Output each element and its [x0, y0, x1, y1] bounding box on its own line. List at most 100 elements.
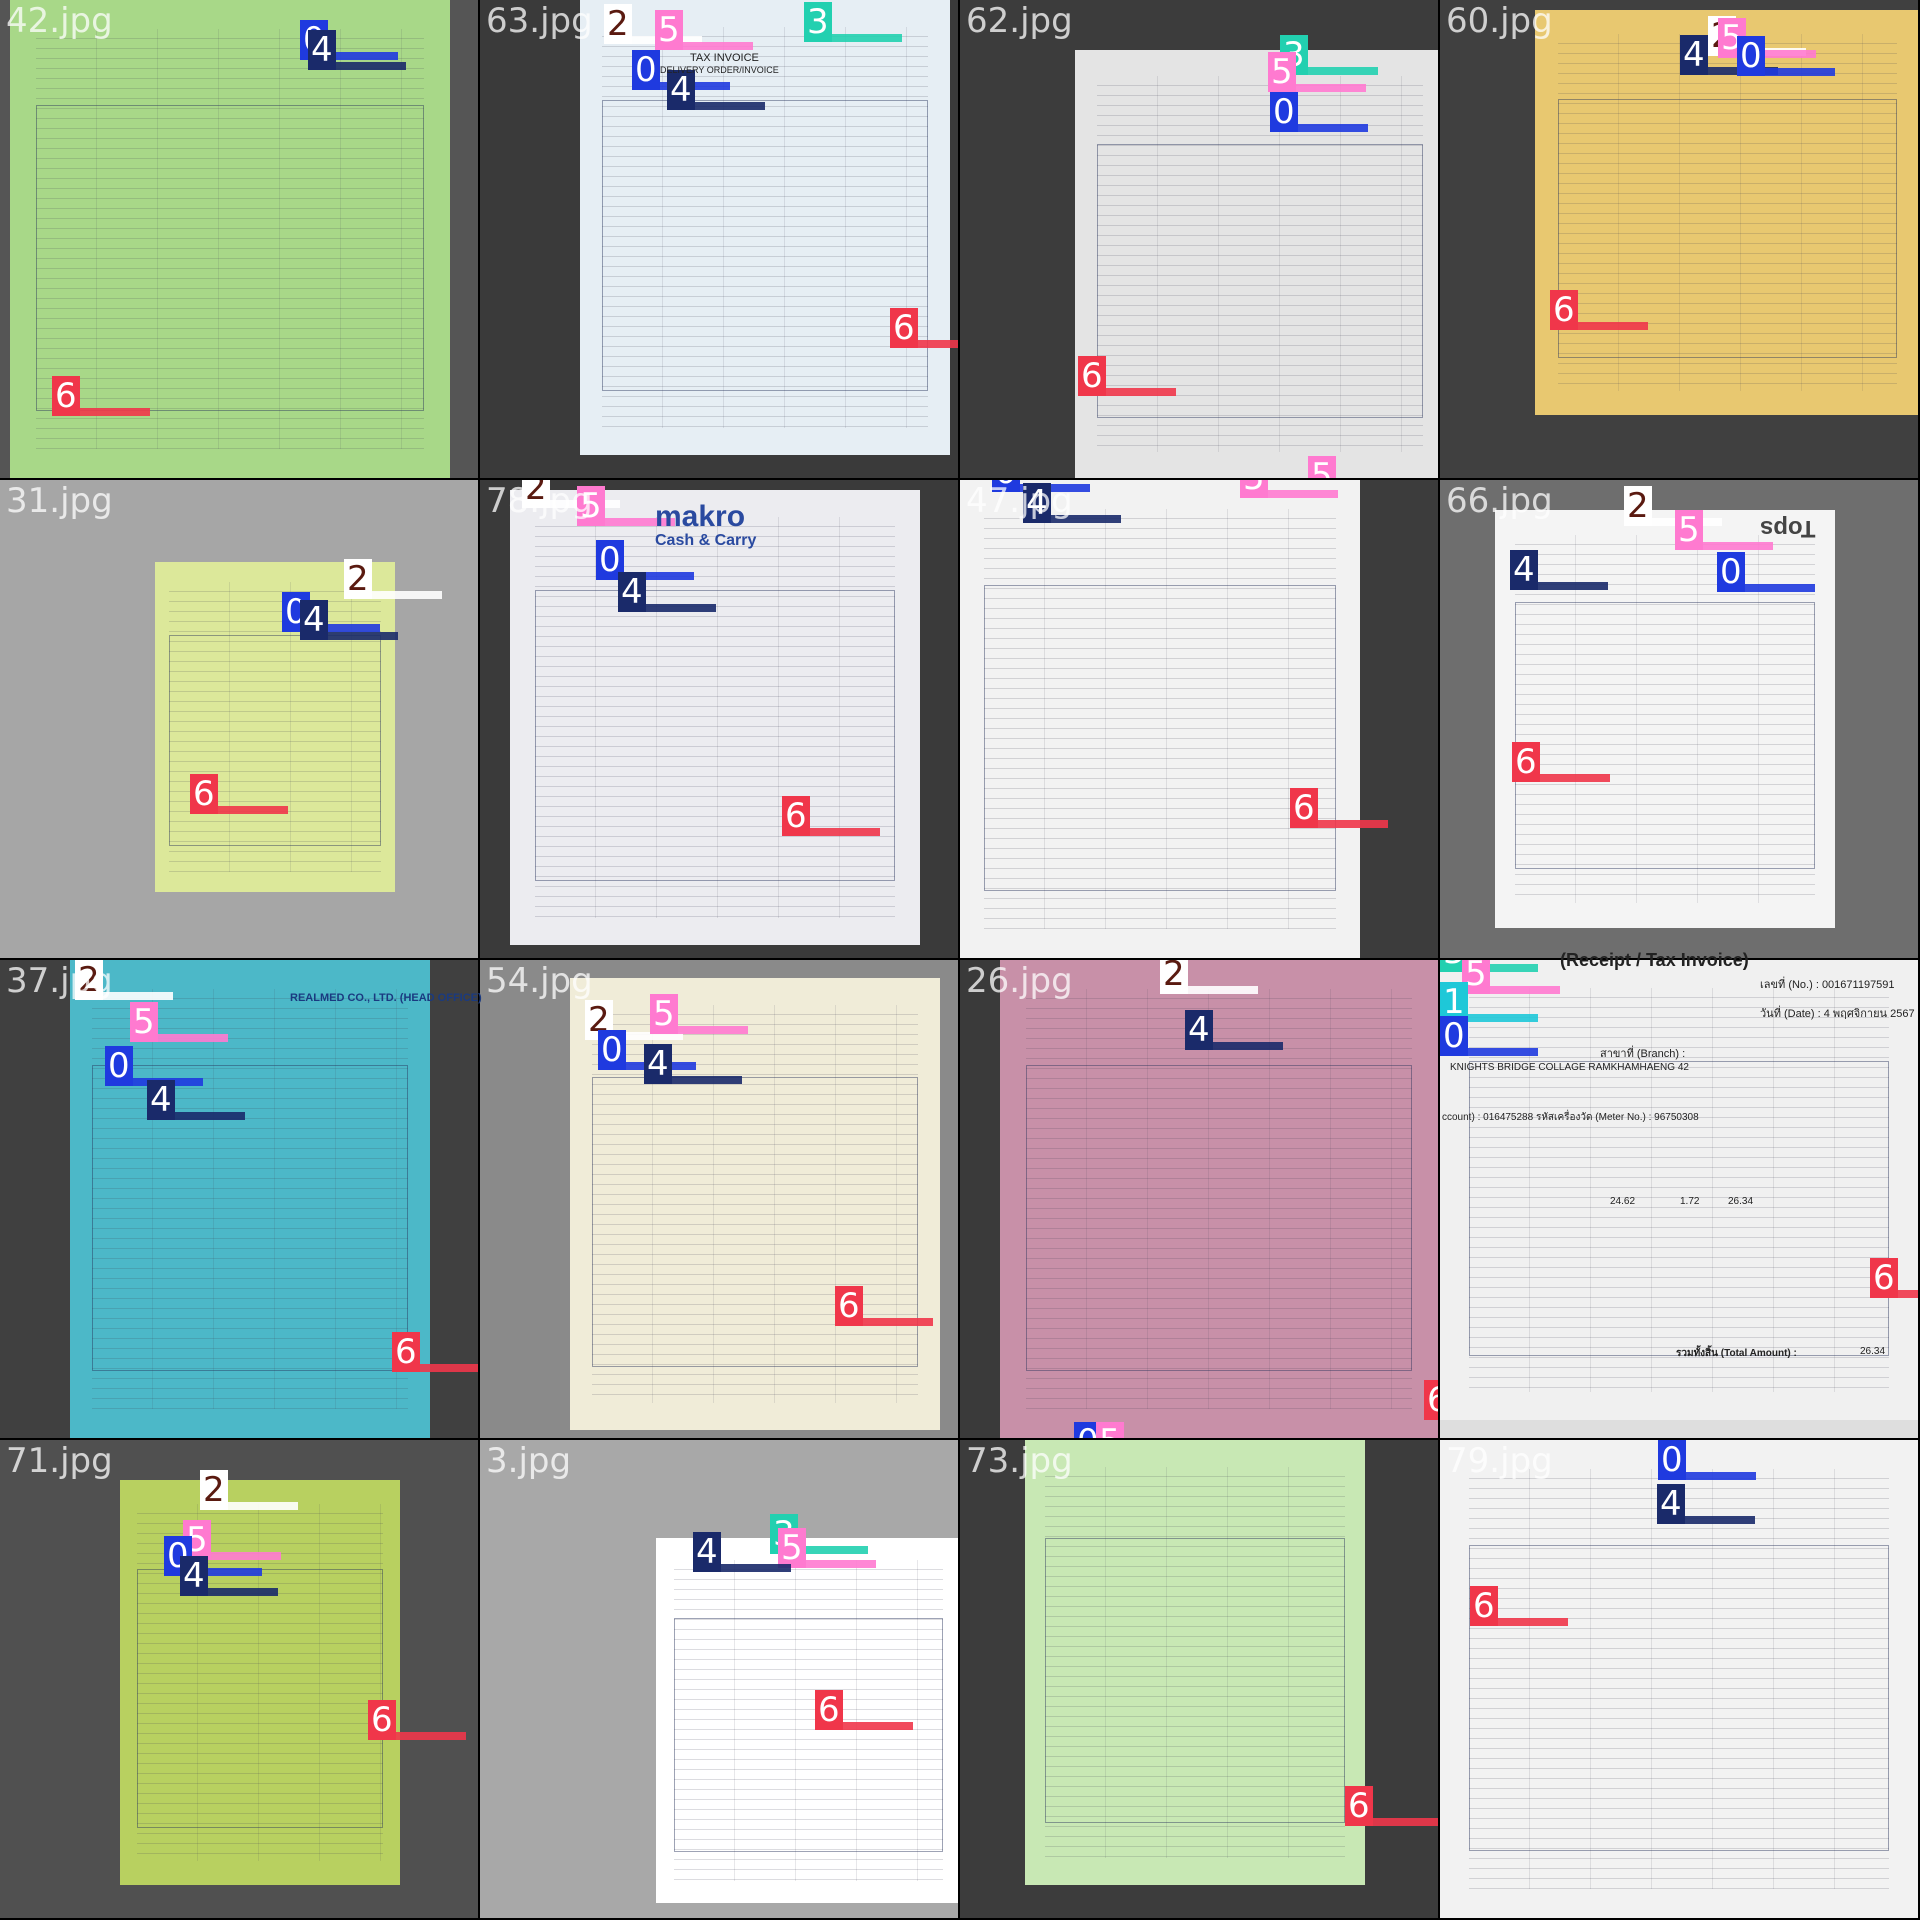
class-label-4: 4 — [180, 1556, 208, 1596]
detection-box-2 — [1188, 986, 1258, 994]
tile-filename: 37.jpg — [6, 961, 113, 1001]
tops-logo: Tops — [1760, 515, 1816, 542]
receipt-elec: 24.62 — [1610, 1196, 1636, 1207]
receipt-branch: สาขาที่ (Branch) : — [1600, 1048, 1686, 1060]
class-label-6: 6 — [1078, 356, 1106, 396]
class-label-6: 6 — [1470, 1586, 1498, 1626]
detection-box-0 — [1686, 1472, 1756, 1480]
detection-box-6 — [396, 1732, 466, 1740]
class-label-2: 2 — [604, 4, 632, 44]
document-table-frame — [1468, 1061, 1890, 1356]
detection-box-4 — [328, 632, 398, 640]
detection-box-2 — [228, 1502, 298, 1510]
detection-box-6 — [1578, 322, 1648, 330]
class-label-5: 5 — [778, 1528, 806, 1568]
detection-box-4 — [646, 604, 716, 612]
class-label-6: 6 — [1290, 788, 1318, 828]
detection-box-3 — [832, 34, 902, 42]
tile-filename: 79.jpg — [1446, 1441, 1553, 1481]
detection-box-6 — [80, 408, 150, 416]
class-label-4: 4 — [308, 30, 336, 70]
detection-box-4 — [1685, 1516, 1755, 1524]
detection-box-6 — [810, 828, 880, 836]
tile-filename: 60.jpg — [1446, 1, 1553, 41]
tile-filename: 31.jpg — [6, 481, 113, 521]
detection-box-4 — [336, 62, 406, 70]
detection-box-5 — [158, 1034, 228, 1042]
class-label-4: 4 — [1185, 1010, 1213, 1050]
document-table-frame — [36, 105, 424, 412]
class-label-5: 5 — [655, 10, 683, 50]
document-image — [1025, 1440, 1365, 1885]
detection-box-6 — [843, 1722, 913, 1730]
tile-filename: 71.jpg — [6, 1441, 113, 1481]
tile-60: 4250660.jpg — [1440, 0, 1918, 478]
detection-box-0 — [1745, 584, 1815, 592]
detection-box-3 — [798, 1546, 868, 1554]
tile-31: 2 0 4 6 31.jpg — [0, 480, 478, 958]
receipt-meter: ccount) : 016475288 รหัสเครื่องวัด (Mete… — [1442, 1112, 1699, 1123]
class-label-5: 5 — [1308, 456, 1336, 478]
receipt-addr: KNIGHTS BRIDGE COLLAGE RAMKHAMHAENG 42 — [1450, 1062, 1689, 1073]
document-table-frame — [1097, 144, 1423, 419]
makro-sub: Cash & Carry — [655, 532, 757, 549]
class-label-4: 4 — [667, 70, 695, 110]
detection-box-5 — [1296, 84, 1366, 92]
class-label-6: 6 — [1424, 1380, 1438, 1420]
document-image — [70, 960, 430, 1438]
detection-box-5 — [1490, 986, 1560, 994]
detection-box-4 — [695, 102, 765, 110]
document-table-frame — [1468, 1545, 1890, 1852]
class-label-3: 3 — [804, 2, 832, 42]
tile-filename: 42.jpg — [6, 1, 113, 41]
tile-filename: 73.jpg — [966, 1441, 1073, 1481]
class-label-2: 2 — [200, 1470, 228, 1510]
tile-receipt: 35106 — [1440, 960, 1918, 1438]
detection-box-6 — [1498, 1618, 1568, 1626]
document-image — [1075, 50, 1438, 478]
class-label-4: 4 — [1680, 35, 1708, 75]
class-label-0: 0 — [1270, 92, 1298, 132]
detection-box-6 — [1898, 1290, 1918, 1298]
detection-box-4 — [721, 1564, 791, 1572]
document-table-frame — [984, 585, 1336, 892]
class-label-6: 6 — [1512, 742, 1540, 782]
class-label-4: 4 — [147, 1080, 175, 1120]
detection-box-4 — [175, 1112, 245, 1120]
document-table-frame — [1045, 1537, 1345, 1823]
class-label-6: 6 — [392, 1332, 420, 1372]
detection-box-6 — [918, 340, 958, 348]
tile-filename: 26.jpg — [966, 961, 1073, 1001]
class-label-6: 6 — [1345, 1786, 1373, 1826]
class-label-6: 6 — [368, 1700, 396, 1740]
tile-71: 2 5 0 4 6 71.jpg — [0, 1440, 478, 1918]
class-label-5: 5 — [650, 994, 678, 1034]
class-label-0: 0 — [632, 50, 660, 90]
class-label-2: 2 — [1160, 960, 1188, 994]
document-table-frame — [169, 634, 381, 846]
tile-filename: 63.jpg — [486, 1, 593, 41]
document-image — [1000, 960, 1438, 1438]
document-image — [120, 1480, 400, 1885]
detection-box-3 — [1308, 67, 1378, 75]
receipt-total: 26.34 — [1860, 1346, 1886, 1357]
receipt-total-label: รวมทั้งสิ้น (Total Amount) : — [1676, 1348, 1797, 1359]
tile-filename: 47.jpg — [966, 481, 1073, 521]
document-table-frame — [136, 1569, 384, 1829]
receipt-date: วันที่ (Date) : 4 พฤศจิกายน 2567 — [1760, 1008, 1915, 1020]
detection-box-4 — [672, 1076, 742, 1084]
detection-box-4 — [1538, 582, 1608, 590]
class-label-5: 5 — [1096, 1422, 1124, 1438]
class-label-6: 6 — [782, 796, 810, 836]
class-label-6: 6 — [890, 308, 918, 348]
document-table-frame — [534, 590, 896, 882]
detection-box-6 — [218, 806, 288, 814]
class-label-0: 0 — [1737, 36, 1765, 76]
detection-box-0 — [1765, 68, 1835, 76]
document-table-frame — [1515, 601, 1815, 870]
tile-26: 2405626.jpg — [960, 960, 1438, 1438]
detection-box-4 — [208, 1588, 278, 1596]
class-label-4: 4 — [693, 1532, 721, 1572]
tile-filename: 66.jpg — [1446, 481, 1553, 521]
receipt-header: (Receipt / Tax Invoice) — [1560, 950, 1749, 970]
